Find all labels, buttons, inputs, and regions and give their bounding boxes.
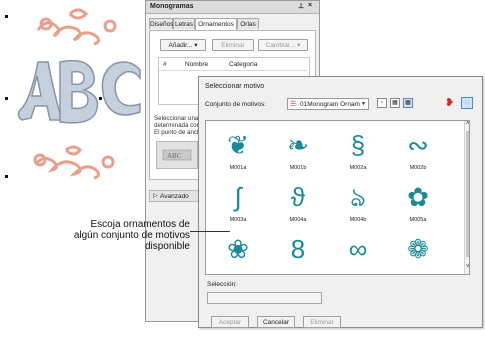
cancel-button[interactable]: Cancelar [257,316,295,328]
bottom-ornament [33,145,115,180]
motif-graphic: ❀ [227,234,249,264]
help-line-2: determinada com [154,122,202,129]
docker-title: Monogramas [150,3,194,10]
selection-label: Selección: [207,281,237,288]
callout-leader-line [190,231,230,232]
motif-thumbnail[interactable]: ∾ M002b [396,127,440,175]
motif-name: M002a [349,165,367,171]
tab-letters[interactable]: Letras [173,18,195,29]
motif-thumbnail[interactable]: ∫ M003a [216,179,260,227]
monogram-letters [17,59,141,124]
motif-thumbnail[interactable]: ∞ [336,231,380,274]
motif-name: M001a [229,165,247,171]
anchor-point[interactable] [5,15,8,18]
motif-set-select[interactable]: ☰ 01Monogram Ornam ▼ [287,98,369,110]
column-name: Nombre [185,61,209,68]
monogram-embroidery-graphic [17,8,141,180]
motif-thumbnail[interactable]: ✿ M005a [396,179,440,227]
view-medium-icons-button[interactable]: ▦ [390,98,400,108]
change-button-label: Cambiar... [265,42,296,49]
motif-graphic: § [350,130,366,160]
anchor-point[interactable] [99,97,102,100]
motif-thumbnail[interactable]: § M002a [336,127,380,175]
advanced-label: Avanzado [160,193,189,200]
grid-scrollbar[interactable]: ˄ ˅ [464,121,469,274]
motif-graphic: ঌ [350,182,366,212]
callout-text: Escoja ornamentos de algún conjunto de m… [73,219,190,252]
motif-thumbnail[interactable]: ❁ [396,231,440,274]
tab-ornaments[interactable]: Ornamentos [195,18,237,30]
view-small-icons-button[interactable]: ▫ [377,98,387,108]
motif-name: M004a [289,217,307,223]
motif-name: M001b [289,165,307,171]
tab-borders[interactable]: Orlas [237,18,259,29]
motif-name: M005a [409,217,427,223]
view-large-icons-button[interactable]: ▦ [403,98,413,108]
motif-grid[interactable]: ❦ M001a ❧ M001b § M002a ∾ M002b ∫ M003a ϑ M004a ঌ M00… [205,120,470,275]
anchor-point[interactable] [5,97,8,100]
motif-set-icon: ☰ [290,101,297,108]
remove-button[interactable]: Eliminar [212,39,254,51]
anchor-point[interactable] [5,175,8,178]
layout-thumbnail[interactable]: ABC [156,141,198,169]
motif-name: M004b [349,217,367,223]
motif-graphic: ✿ [407,182,429,212]
motif-graphic: ❁ [407,234,429,264]
docker-title-bar: Monogramas ⊥ × [146,1,319,14]
motif-graphic: ∞ [348,234,368,264]
motif-name: M002b [409,165,427,171]
help-line-1: Seleccionar una u [154,115,204,122]
motif-graphic: ∫ [234,182,242,212]
motif-thumbnail[interactable]: ঌ M004b [336,179,380,227]
chevron-down-icon: ▼ [361,101,366,107]
delete-button[interactable]: Eliminar [303,316,341,328]
scroll-up-icon[interactable]: ˄ [466,121,469,127]
motif-thumbnail[interactable]: ❧ M001b [276,127,320,175]
select-motif-dialog: Seleccionar motivo Conjunto de motivos: … [198,76,483,328]
column-category: Categoría [229,61,258,68]
selection-field[interactable] [207,292,322,304]
motif-graphic: ❦ [227,130,249,160]
layout-preview-icon: ABC [162,149,192,161]
motif-graphic: ϑ [290,182,306,212]
motif-thumbnail[interactable]: ❦ M001a [216,127,260,175]
motif-outline-icon[interactable]: ◌ [461,97,473,109]
motif-thumbnail[interactable]: ❀ [216,231,260,274]
motif-set-value: 01Monogram Ornam [300,101,360,108]
pin-icon[interactable]: ⊥ [298,2,304,10]
motif-thumbnail[interactable]: ϑ M004a [276,179,320,227]
svg-text:ABC: ABC [167,152,182,160]
close-icon[interactable]: × [308,2,312,9]
motif-thumbnail[interactable]: 8 [276,231,320,274]
change-button[interactable]: Cambiar... ▾ [258,39,308,51]
embroidery-preview [0,0,150,200]
expand-arrow-icon: ▷ [153,193,158,199]
add-button-label: Añadir... [168,42,193,49]
tab-designs[interactable]: Diseños [149,18,173,29]
motif-graphic: ❧ [287,130,309,160]
dialog-title: Seleccionar motivo [205,83,265,90]
top-ornament [36,8,117,46]
motif-graphic: ∾ [407,130,429,160]
add-button[interactable]: Añadir... ▾ [160,39,206,51]
help-line-3: El punto de ancla [154,129,202,136]
accept-button[interactable]: Aceptar [211,316,249,328]
scroll-down-icon[interactable]: ˅ [466,264,469,270]
motif-color-icon[interactable]: ❥ [445,97,457,109]
motif-set-label: Conjunto de motivos: [205,101,267,108]
scroll-thumb[interactable] [466,131,469,257]
motif-graphic: 8 [290,234,306,264]
column-number: # [163,61,167,68]
motif-name: M003a [229,217,247,223]
